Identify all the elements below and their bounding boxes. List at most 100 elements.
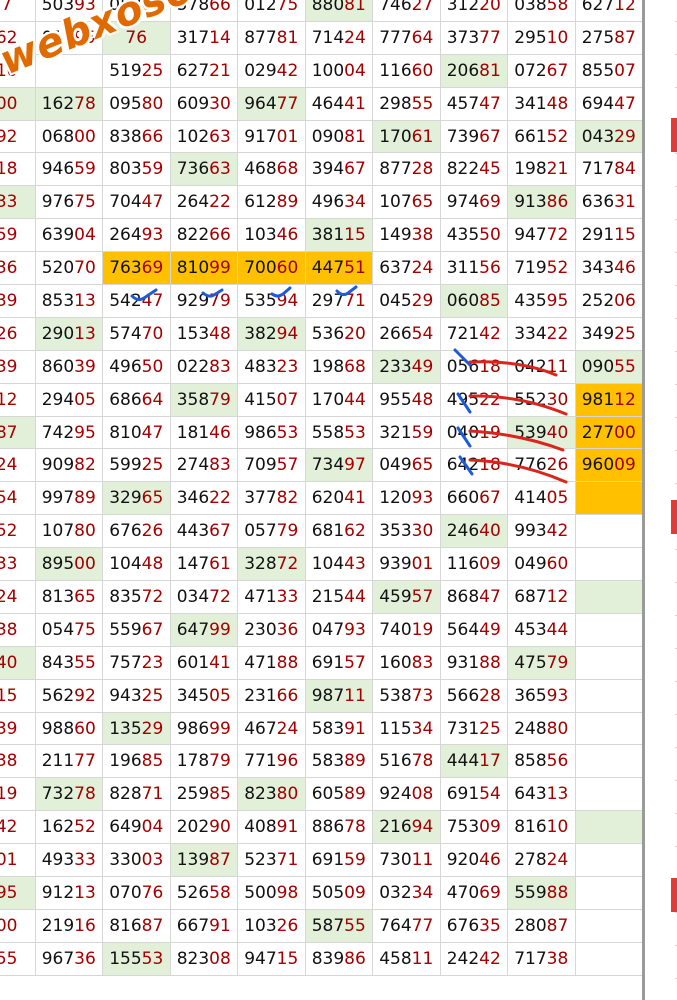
result-cell: 21544: [304, 580, 373, 614]
result-cell: 587: [0, 415, 36, 450]
number-lead-digits: 627: [581, 0, 615, 15]
number-tail-digits: 42: [479, 323, 501, 344]
number-tail-digits: 81: [276, 27, 299, 48]
number-lead-digits: 329: [109, 488, 142, 509]
number-lead-digits: 642: [446, 455, 480, 476]
table-row: 2559673615553823089471583986458112424271…: [0, 941, 643, 976]
result-cell: 58391: [304, 711, 373, 746]
number-lead-digits: 714: [311, 27, 345, 48]
number-lead-digits: 373: [446, 27, 480, 48]
result-cell: 73278: [34, 777, 103, 812]
number-lead-digits: 120: [379, 488, 412, 509]
number-tail-digits: 88: [479, 652, 501, 673]
result-cell: 23349: [372, 349, 441, 384]
number-tail-digits: 60: [276, 258, 299, 279]
result-cell: 59925: [102, 448, 171, 483]
number-lead-digits: 090: [581, 356, 615, 377]
number-tail-digits: 36: [74, 948, 96, 969]
result-cell: 99789: [34, 481, 103, 516]
number-lead-digits: 917: [244, 126, 277, 147]
number-lead-digits: 246: [446, 521, 480, 542]
number-tail-digits: 75: [276, 0, 299, 15]
number-lead-digits: 496: [109, 356, 142, 377]
number-tail-digits: 30: [546, 389, 569, 410]
number-lead-digits: 599: [109, 455, 142, 476]
number-lead-digits: 049: [379, 455, 412, 476]
result-cell: 06085: [439, 284, 508, 318]
result-cell: 69447: [574, 86, 643, 121]
number-lead-digits: 202: [176, 817, 210, 838]
number-lead-digits: 691: [446, 784, 480, 805]
result-cell: 34148: [507, 86, 576, 121]
number-tail-digits: 19: [411, 619, 434, 640]
result-cell: 02942: [237, 53, 306, 88]
result-cell: 219: [0, 777, 36, 812]
result-cell: [574, 612, 643, 647]
number-tail-digits: 49: [411, 356, 434, 377]
number-tail-digits: 00: [74, 126, 96, 147]
number-lead-digits: 763: [109, 258, 142, 279]
result-cell: 31220: [439, 0, 508, 22]
result-cell: 85856: [507, 744, 576, 779]
number-lead-digits: 162: [41, 93, 75, 114]
result-cell: 152: [0, 514, 36, 549]
number-tail-digits: 01: [411, 554, 434, 575]
result-cell: 29510: [507, 20, 576, 55]
number-lead-digits: 170: [311, 389, 345, 410]
number-lead-digits: 986: [244, 422, 277, 443]
result-cell: 76369: [102, 251, 171, 286]
number-lead-digits: 947: [244, 948, 277, 969]
number-tail-digits: 11: [411, 948, 434, 969]
result-cell: 18146: [169, 415, 238, 450]
number-tail-digits: 77: [74, 751, 96, 772]
number-tail-digits: 12: [614, 389, 636, 410]
number-lead-digits: 736: [176, 159, 210, 180]
number-tail-digits: 98: [276, 882, 299, 903]
number-tail-digits: 59: [0, 225, 18, 246]
result-cell: 82871: [102, 777, 171, 812]
result-cell: [574, 843, 643, 878]
result-cell: 21916: [34, 908, 103, 943]
number-lead-digits: 687: [514, 586, 547, 607]
result-cell: 43595: [507, 284, 576, 318]
number-lead-digits: 868: [446, 586, 480, 607]
number-lead-digits: 252: [581, 290, 615, 311]
number-tail-digits: 88: [276, 652, 299, 673]
number-lead-digits: 458: [379, 948, 412, 969]
number-lead-digits: 558: [311, 422, 345, 443]
result-cell: 53940: [507, 415, 576, 450]
result-cell: 39467: [304, 152, 373, 187]
number-tail-digits: 24: [546, 850, 569, 871]
result-cell: 03858: [507, 0, 576, 22]
number-tail-digits: 42: [546, 521, 569, 542]
result-cell: 58755: [304, 908, 373, 943]
number-tail-digits: 56: [479, 258, 501, 279]
number-lead-digits: 839: [311, 948, 345, 969]
number-tail-digits: 54: [479, 784, 501, 805]
number-lead-digits: 377: [244, 488, 277, 509]
number-lead-digits: 495: [446, 389, 480, 410]
number-lead-digits: 274: [176, 455, 210, 476]
result-cell: 53620: [304, 316, 373, 351]
result-cell: 02283: [169, 349, 238, 384]
number-tail-digits: 25: [141, 455, 164, 476]
number-tail-digits: 11: [411, 850, 434, 871]
result-cell: 17879: [169, 744, 238, 779]
number-lead-digits: 559: [109, 619, 142, 640]
number-tail-digits: 33: [276, 586, 299, 607]
number-tail-digits: 75: [74, 192, 96, 213]
number-tail-digits: 18: [0, 159, 18, 180]
number-lead-digits: 877: [244, 27, 277, 48]
number-lead-digits: 538: [379, 685, 412, 706]
number-lead-digits: 103: [244, 915, 277, 936]
number-lead-digits: 341: [514, 93, 547, 114]
result-cell: 68162: [304, 514, 373, 549]
number-tail-digits: 41: [209, 652, 231, 673]
result-cell: 41405: [507, 481, 576, 516]
result-cell: 53873: [372, 678, 441, 713]
number-tail-digits: 78: [344, 817, 366, 838]
right-panel-edge: [642, 0, 677, 1000]
number-tail-digits: 63: [209, 126, 231, 147]
result-cell: 24880: [507, 711, 576, 746]
number-lead-digits: 104: [311, 554, 345, 575]
